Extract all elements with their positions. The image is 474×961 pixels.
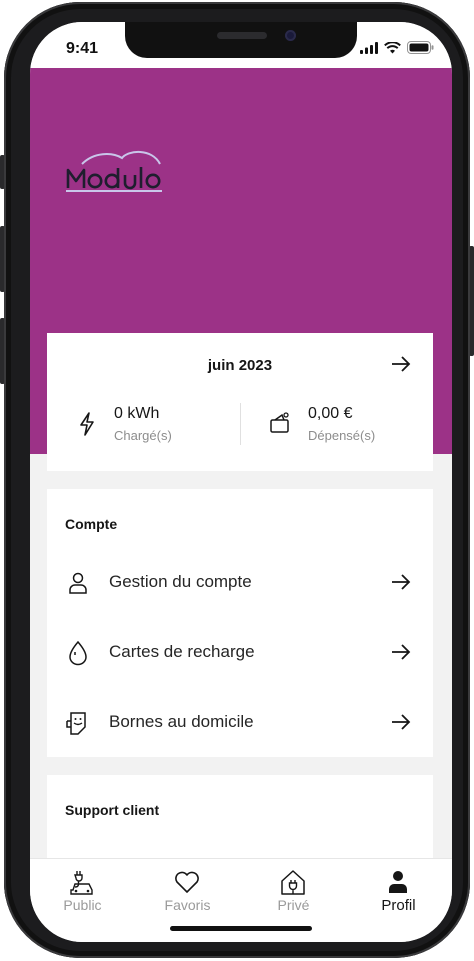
modulo-logo [66,151,162,192]
status-icons [360,41,434,54]
tab-profile[interactable]: Profil [346,859,451,929]
app-screen: 9:41 juin 2023 0 kWh Chargé(s) 0,00 € Dé… [30,22,452,942]
home-chargers-label: Bornes au domicile [109,712,254,731]
wifi-icon [384,41,401,53]
account-section: Compte Gestion du compte Cartes de recha… [47,489,433,757]
user-icon [69,572,87,594]
arrow-right-icon [392,714,411,730]
home-charger-icon [66,712,86,735]
account-section-title: Compte [65,516,118,532]
account-management-label: Gestion du compte [109,572,252,591]
charge-cards-label: Cartes de recharge [109,642,255,661]
tab-private-label: Privé [277,897,310,913]
charge-card-icon [69,640,87,666]
monthly-summary-card: juin 2023 0 kWh Chargé(s) 0,00 € Dépensé… [47,333,433,471]
tab-public[interactable]: Public [30,859,135,929]
cellular-signal-icon [360,41,378,54]
spent-value: 0,00 € [308,405,353,422]
next-month-arrow-icon[interactable] [391,355,411,373]
private-home-icon [281,870,305,895]
spent-stat: 0,00 € Dépensé(s) [269,405,375,443]
arrow-right-icon [392,574,411,590]
energy-label: Chargé(s) [114,428,172,443]
summary-month: juin 2023 [207,357,273,374]
home-indicator[interactable] [170,926,312,931]
energy-stat: 0 kWh Chargé(s) [77,405,172,443]
public-charging-icon [70,871,93,895]
profile-icon [389,871,407,893]
tab-favorites-label: Favoris [164,897,211,913]
earpiece-speaker [217,32,267,39]
account-management-row[interactable]: Gestion du compte [47,548,433,618]
charge-cards-row[interactable]: Cartes de recharge [47,618,433,688]
phone-frame: 9:41 juin 2023 0 kWh Chargé(s) 0,00 € Dé… [4,2,470,958]
tab-public-label: Public [63,897,102,913]
stat-divider [240,403,241,445]
energy-value: 0 kWh [114,405,160,422]
device-notch [125,22,357,58]
wallet-icon [270,412,289,433]
home-chargers-row[interactable]: Bornes au domicile [47,688,433,758]
tab-favorites[interactable]: Favoris [135,859,240,929]
support-section-title: Support client [65,802,160,818]
battery-icon [407,41,434,54]
lightning-icon [80,412,94,436]
arrow-right-icon [392,644,411,660]
spent-label: Dépensé(s) [308,428,376,443]
heart-icon [175,871,199,893]
tab-private[interactable]: Privé [241,859,346,929]
status-time: 9:41 [66,40,99,57]
tab-profile-label: Profil [381,897,416,914]
front-camera [285,30,296,41]
